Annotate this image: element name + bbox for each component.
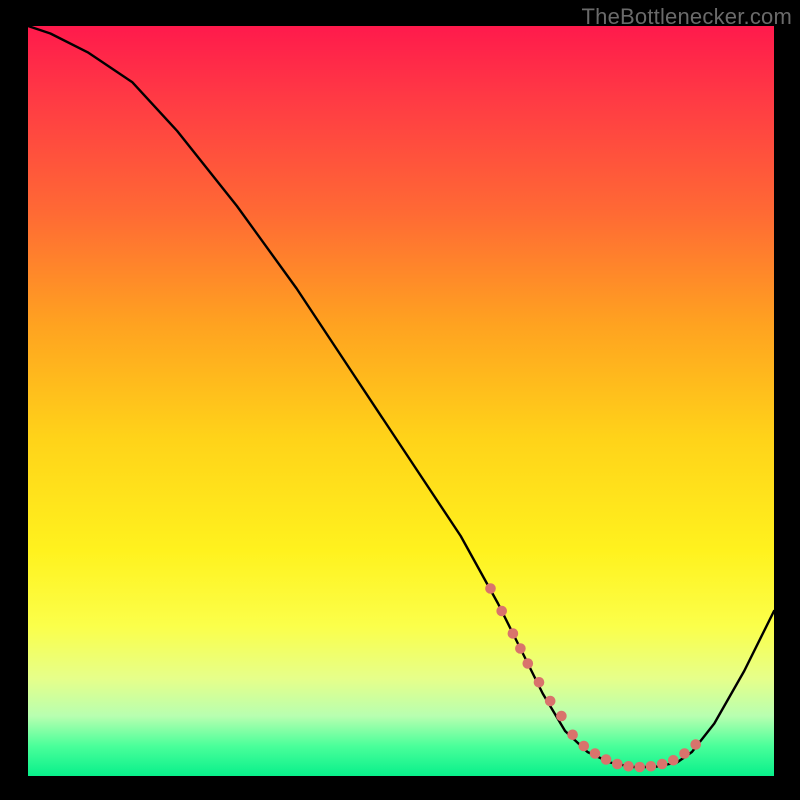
sample-dot — [515, 643, 526, 654]
sample-dot — [496, 606, 507, 617]
sample-dot — [634, 762, 645, 773]
sample-dot — [601, 754, 612, 765]
chart-svg — [28, 26, 774, 776]
sample-dot — [679, 748, 690, 759]
sample-dot — [534, 677, 545, 688]
sample-dot — [579, 741, 590, 752]
sample-dot — [523, 658, 534, 669]
sample-dot — [567, 730, 578, 741]
sample-dot — [556, 711, 567, 722]
curve-line — [28, 26, 774, 767]
sample-dot — [485, 583, 496, 594]
sample-dot — [668, 755, 679, 766]
sample-dot — [508, 628, 519, 639]
chart-frame: TheBottlenecker.com — [0, 0, 800, 800]
sample-dot — [657, 759, 668, 770]
sample-dot — [690, 739, 701, 750]
sample-dot — [623, 761, 634, 772]
sample-dot — [545, 696, 556, 707]
curve-dots — [485, 583, 701, 772]
bottleneck-chart — [28, 26, 774, 776]
sample-dot — [590, 748, 601, 759]
sample-dot — [646, 761, 657, 772]
sample-dot — [612, 759, 623, 770]
